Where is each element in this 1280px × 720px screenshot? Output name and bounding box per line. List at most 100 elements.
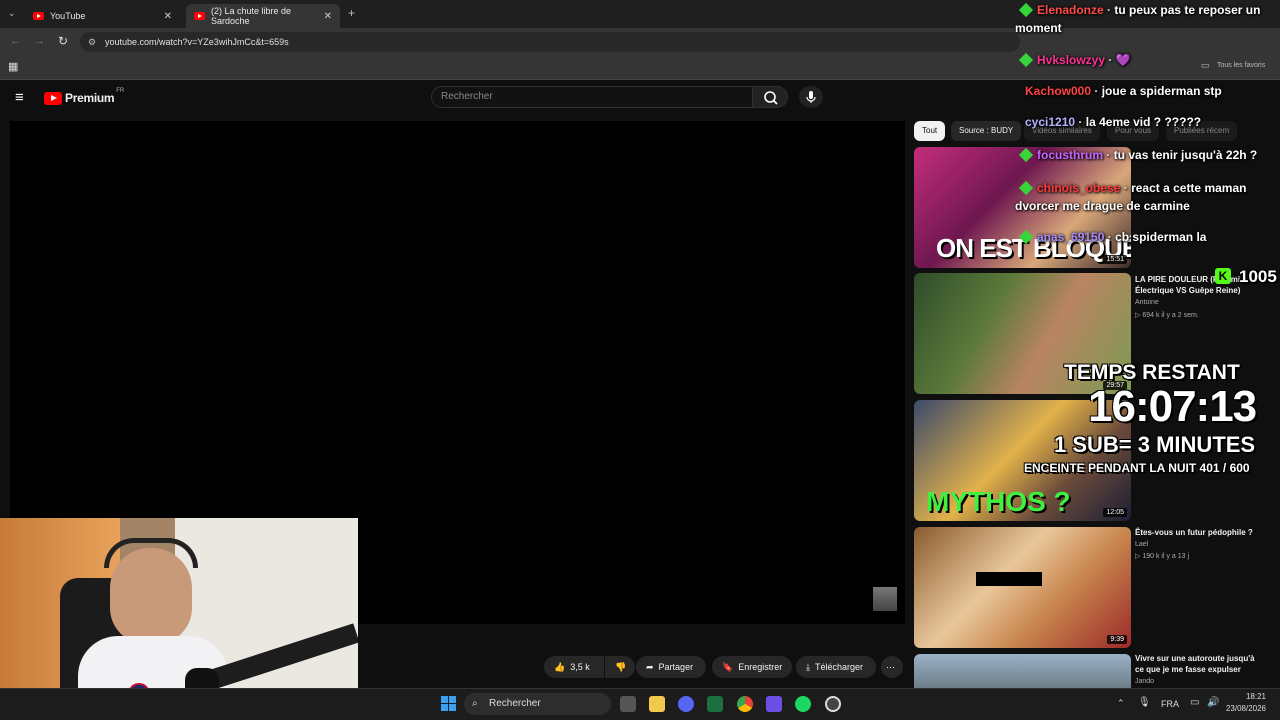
- chat-username: cyci1210: [1025, 115, 1076, 129]
- more-icon: ⋯: [886, 661, 895, 672]
- address-bar[interactable]: ⚙ youtube.com/watch?v=YZe3wihJmCc&t=659s: [80, 32, 1020, 52]
- share-button[interactable]: ➦ Partager: [636, 656, 706, 678]
- video-channel[interactable]: Antoine: [1135, 299, 1159, 306]
- video-duration: 9:39: [1107, 635, 1127, 644]
- more-actions-button[interactable]: ⋯: [881, 656, 903, 678]
- chat-text: tu vas tenir jusqu'à 22h ?: [1113, 148, 1258, 162]
- save-button[interactable]: 🔖 Enregistrer: [712, 656, 792, 678]
- tab-label: YouTube: [50, 11, 86, 21]
- tab-label: (2) La chute libre de Sardoche: [211, 6, 292, 26]
- like-button[interactable]: 👍 3,5 k: [544, 656, 604, 678]
- thumbs-down-icon: 👎: [615, 661, 627, 672]
- site-info-icon[interactable]: ⚙: [88, 32, 96, 52]
- like-count: 3,5 k: [570, 662, 590, 672]
- chat-message: Hvkslowzyy · 💜: [1015, 51, 1275, 69]
- chat-text: cb spiderman la: [1115, 230, 1207, 244]
- video-meta: ▷ 694 k il y a 2 sem.: [1135, 312, 1199, 319]
- channel-watermark[interactable]: [873, 587, 897, 611]
- chat-username: focusthrum: [1037, 148, 1103, 162]
- file-explorer-icon[interactable]: [649, 696, 665, 712]
- task-view-icon[interactable]: [620, 696, 636, 712]
- video-channel[interactable]: Jando: [1135, 678, 1154, 685]
- subscriber-badge-icon: [1018, 2, 1034, 18]
- close-tab-icon[interactable]: ✕: [164, 11, 172, 22]
- chat-text: la 4eme vid ? ?????: [1085, 115, 1202, 129]
- chat-username: anas_69150: [1037, 230, 1105, 244]
- country-code: FR: [116, 88, 125, 94]
- chat-username: chinois_obese: [1037, 181, 1121, 195]
- microphone-tray-icon[interactable]: 🎙: [1138, 697, 1151, 708]
- youtube-logo[interactable]: Premium FR: [44, 88, 125, 105]
- search-icon: [764, 91, 778, 105]
- youtube-play-icon: [44, 91, 62, 105]
- chat-message: Kachow000 · joue a spiderman stp: [1025, 84, 1222, 98]
- subathon-timer: 16:07:13: [1088, 382, 1257, 431]
- tab-list-chevron-icon[interactable]: ⌄: [8, 8, 16, 19]
- kick-logo-icon: K: [1215, 268, 1231, 284]
- url-text: youtube.com/watch?v=YZe3wihJmCc&t=659s: [105, 37, 289, 47]
- chat-message: cyci1210 · la 4eme vid ? ?????: [1025, 115, 1202, 129]
- video-duration: 15:51: [1103, 255, 1127, 264]
- subscriber-badge-icon: [1018, 147, 1034, 163]
- thumbs-up-icon: 👍: [554, 661, 566, 672]
- chat-text: joue a spiderman stp: [1101, 84, 1222, 98]
- spotify-icon[interactable]: [795, 696, 811, 712]
- download-button[interactable]: ⤓ Télécharger: [796, 656, 876, 678]
- youtube-favicon-icon: [33, 12, 44, 20]
- language-indicator[interactable]: FRA: [1161, 699, 1179, 709]
- chip-all[interactable]: Tout: [914, 121, 946, 141]
- chat-message: Elenadonze · tu peux pas te reposer un m…: [1015, 2, 1261, 35]
- obs-icon[interactable]: [825, 696, 841, 712]
- taskbar-search-label: Rechercher: [489, 698, 541, 709]
- new-tab-icon[interactable]: +: [348, 6, 355, 20]
- tab-active-video[interactable]: (2) La chute libre de Sardoche ✕: [186, 4, 340, 28]
- thumbnail-text: MYTHOS ?: [926, 486, 1071, 517]
- headset-icon: [104, 538, 198, 568]
- clock-time[interactable]: 18:21: [1230, 692, 1266, 701]
- censor-bar: [976, 572, 1042, 586]
- video-title[interactable]: Vivre sur une autoroute jusqu'à ce que j…: [1135, 653, 1265, 675]
- discord-icon[interactable]: [678, 696, 694, 712]
- search-input[interactable]: Rechercher: [431, 86, 753, 108]
- video-thumbnail[interactable]: 9:39: [914, 527, 1131, 648]
- video-duration: 12:05: [1103, 508, 1127, 517]
- tab-youtube[interactable]: YouTube ✕: [25, 4, 180, 28]
- network-icon[interactable]: ▭: [1190, 697, 1199, 708]
- clock-date[interactable]: 23/08/2026: [1220, 704, 1266, 713]
- forward-icon[interactable]: →: [34, 35, 45, 47]
- youtube-favicon-icon: [194, 12, 205, 20]
- chrome-icon[interactable]: [737, 696, 753, 712]
- reload-icon[interactable]: ↻: [58, 34, 68, 48]
- chat-text: 💜: [1115, 53, 1131, 67]
- apps-grid-icon[interactable]: ▦: [8, 60, 18, 73]
- subscriber-badge-icon: [1018, 180, 1034, 196]
- chevron-up-icon[interactable]: ⌃: [1117, 698, 1125, 709]
- chat-message: focusthrum · tu vas tenir jusqu'à 22h ?: [1015, 146, 1275, 164]
- close-tab-icon[interactable]: ✕: [324, 11, 332, 22]
- back-icon[interactable]: ←: [10, 35, 21, 47]
- dislike-button[interactable]: 👎: [605, 656, 635, 678]
- chat-username: Elenadonze: [1037, 3, 1104, 17]
- app-grid-icon[interactable]: [766, 696, 782, 712]
- video-title[interactable]: Êtes-vous un futur pédophile ?: [1135, 527, 1265, 538]
- chat-message: anas_69150 · cb spiderman la: [1015, 228, 1275, 246]
- video-channel[interactable]: Lael: [1135, 541, 1148, 548]
- subscriber-badge-icon: [1018, 52, 1034, 68]
- video-thumbnail[interactable]: [914, 654, 1131, 688]
- menu-icon[interactable]: ≡: [15, 89, 24, 106]
- chat-message: chinois_obese · react a cette maman dvor…: [1015, 180, 1247, 213]
- excel-icon[interactable]: [707, 696, 723, 712]
- search-button[interactable]: [752, 86, 788, 108]
- search-icon: ⌕: [472, 698, 478, 709]
- bookmark-icon: 🔖: [722, 661, 734, 672]
- windows-start-icon[interactable]: [441, 696, 456, 711]
- taskbar-search[interactable]: ⌕ Rechercher: [464, 693, 611, 715]
- download-icon: ⤓: [806, 661, 810, 672]
- subscriber-badge-icon: [1018, 229, 1034, 245]
- viewer-count: 1005: [1239, 267, 1277, 286]
- volume-icon[interactable]: 🔊: [1207, 697, 1219, 708]
- voice-search-button[interactable]: [799, 86, 823, 108]
- share-icon: ➦: [646, 661, 654, 672]
- chip-source[interactable]: Source : BUDY: [951, 121, 1022, 141]
- windows-taskbar: [0, 688, 1280, 720]
